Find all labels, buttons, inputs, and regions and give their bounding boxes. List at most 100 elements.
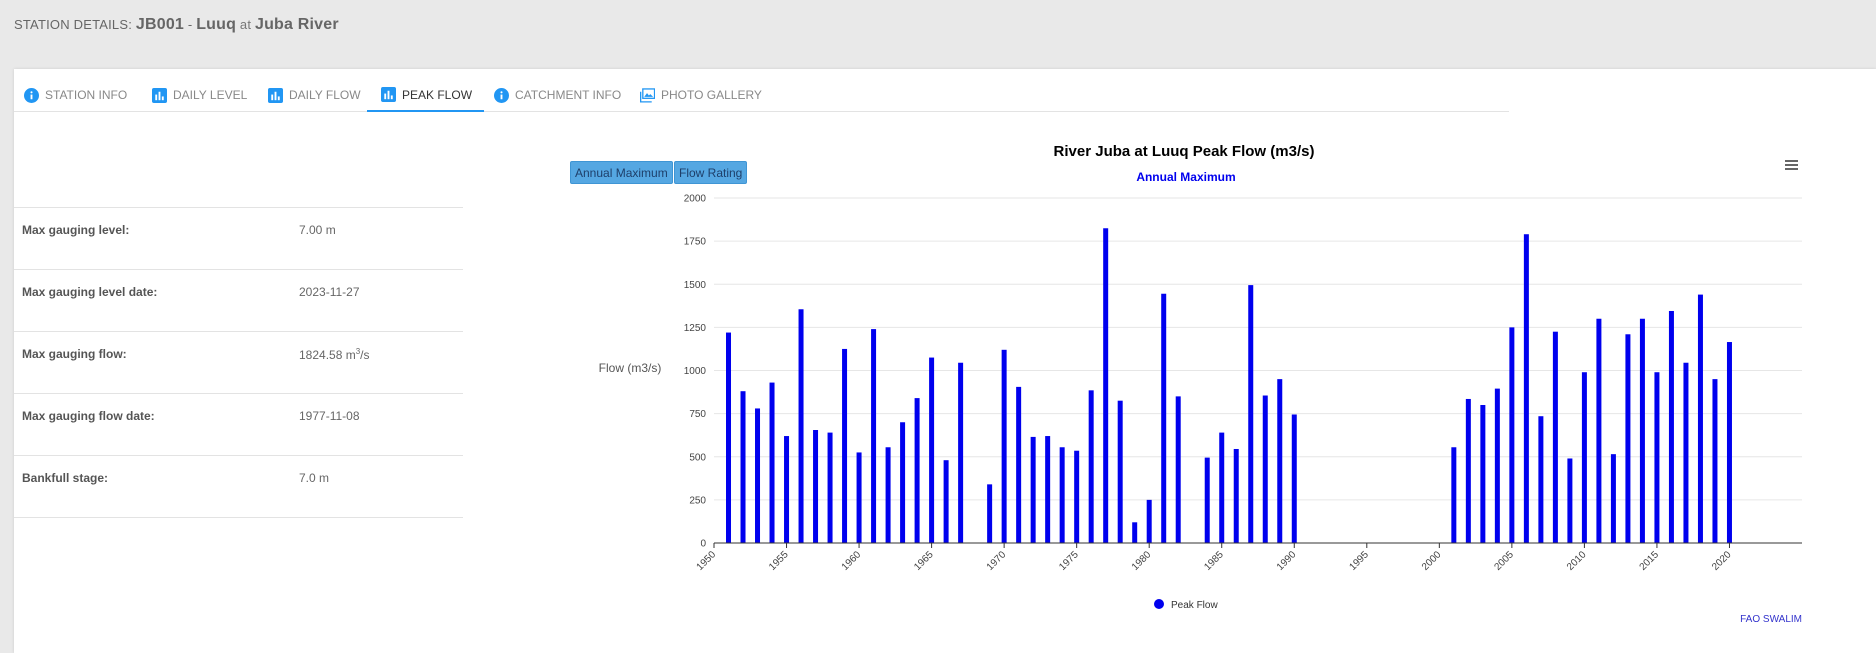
x-tick-label: 1995	[1347, 549, 1371, 573]
flow-rating-button[interactable]: Flow Rating	[674, 161, 748, 184]
bar-2020[interactable]	[1726, 342, 1732, 543]
x-tick-label: 1990	[1275, 549, 1299, 573]
x-tick-label: 2010	[1565, 549, 1589, 573]
grid-lines	[714, 197, 1802, 501]
legend-marker	[1154, 599, 1164, 609]
bar-1987[interactable]	[1248, 285, 1254, 543]
station-header: STATION DETAILS: JB001 - Luuq at Juba Ri…	[14, 16, 339, 34]
chart-credits[interactable]: FAO SWALIM	[1740, 614, 1802, 625]
station-card: STATION INFO DAILY LEVEL DAILY FLOW PEAK…	[14, 69, 1876, 653]
bar-1985[interactable]	[1219, 432, 1225, 543]
x-tick-label: 1970	[985, 549, 1009, 573]
y-tick-label: 1250	[684, 323, 707, 334]
bar-2012[interactable]	[1610, 454, 1616, 543]
bar-1990[interactable]	[1291, 414, 1297, 543]
bar-1969[interactable]	[987, 484, 993, 543]
header-at: at	[239, 17, 252, 32]
bar-2017[interactable]	[1683, 362, 1689, 543]
bar-2006[interactable]	[1523, 234, 1529, 543]
bar-1979[interactable]	[1132, 522, 1138, 543]
legend[interactable]: Peak Flow	[1154, 599, 1218, 611]
bar-1986[interactable]	[1233, 448, 1239, 543]
x-tick-label: 1960	[840, 549, 864, 573]
x-tick-label: 1955	[767, 549, 791, 573]
y-tick-label: 2000	[684, 194, 707, 205]
bar-1951[interactable]	[726, 332, 732, 543]
bar-1955[interactable]	[784, 436, 790, 543]
bar-1961[interactable]	[871, 329, 877, 543]
station-id: JB001	[135, 16, 185, 33]
bar-1963[interactable]	[900, 422, 906, 543]
y-tick-label: 750	[689, 409, 706, 420]
bar-1958[interactable]	[827, 432, 833, 543]
bar-1971[interactable]	[1016, 386, 1022, 543]
bar-1978[interactable]	[1117, 400, 1123, 543]
y-tick-label: 1750	[684, 237, 707, 248]
bar-2010[interactable]	[1581, 372, 1587, 543]
bar-2004[interactable]	[1494, 388, 1500, 543]
bar-1981[interactable]	[1161, 293, 1167, 543]
x-tick-label: 2020	[1710, 549, 1734, 573]
bar-1982[interactable]	[1175, 396, 1181, 543]
header-prefix: STATION DETAILS:	[14, 17, 133, 32]
bar-2005[interactable]	[1509, 327, 1515, 543]
bar-1970[interactable]	[1001, 349, 1007, 543]
peak-flow-chart: 0 250 500 750 1000 1250 1500 1750 2000 1950 1955 19…	[599, 143, 1802, 625]
y-tick-label: 500	[689, 452, 706, 463]
x-tick-label: 2005	[1492, 549, 1516, 573]
chart-subtitle: Annual Maximum	[1136, 170, 1235, 184]
x-tick-label: 1985	[1202, 549, 1226, 573]
y-tick-label: 1000	[684, 366, 707, 377]
bar-1959[interactable]	[842, 348, 848, 543]
x-tick-label: 1950	[695, 549, 719, 573]
bar-1980[interactable]	[1146, 499, 1152, 543]
bar-2011[interactable]	[1596, 318, 1602, 543]
bar-2008[interactable]	[1552, 331, 1558, 543]
bar-series	[726, 228, 1732, 543]
bar-1988[interactable]	[1262, 395, 1268, 543]
bar-2013[interactable]	[1625, 334, 1631, 543]
bar-1962[interactable]	[885, 447, 891, 543]
bar-2018[interactable]	[1697, 294, 1703, 543]
bar-2015[interactable]	[1654, 372, 1660, 543]
bar-1974[interactable]	[1059, 447, 1065, 543]
bar-1989[interactable]	[1277, 379, 1283, 543]
bar-1984[interactable]	[1204, 457, 1210, 543]
bar-1952[interactable]	[740, 391, 746, 543]
x-tick-label: 1980	[1130, 549, 1154, 573]
x-tick-label: 1975	[1057, 549, 1081, 573]
bar-2007[interactable]	[1538, 416, 1544, 543]
y-tick-label: 1500	[684, 280, 707, 291]
menu-icon[interactable]	[1782, 157, 1802, 173]
annual-maximum-button[interactable]: Annual Maximum	[570, 161, 673, 184]
bar-1964[interactable]	[914, 398, 920, 543]
axes: 0 250 500 750 1000 1250 1500 1750 2000 1950 1955 19…	[684, 194, 1802, 573]
bar-2016[interactable]	[1668, 310, 1674, 543]
bar-1957[interactable]	[813, 430, 819, 543]
bar-1966[interactable]	[943, 460, 949, 543]
y-tick-label: 250	[689, 495, 706, 506]
bar-2019[interactable]	[1712, 379, 1718, 543]
bar-1975[interactable]	[1074, 450, 1080, 543]
bar-1976[interactable]	[1088, 390, 1094, 543]
bar-1953[interactable]	[755, 408, 761, 543]
bar-1956[interactable]	[798, 309, 804, 543]
river-name: Juba River	[254, 16, 339, 33]
legend-label: Peak Flow	[1171, 600, 1218, 611]
bar-1973[interactable]	[1045, 436, 1051, 543]
bar-1954[interactable]	[769, 382, 775, 543]
chart-title: River Juba at Luuq Peak Flow (m3/s)	[1054, 143, 1315, 160]
y-axis-label: Flow (m3/s)	[599, 361, 662, 375]
bar-2014[interactable]	[1639, 318, 1645, 543]
bar-2009[interactable]	[1567, 458, 1573, 543]
bar-2002[interactable]	[1465, 398, 1471, 543]
bar-1977[interactable]	[1103, 228, 1109, 543]
y-tick-label: 0	[700, 539, 706, 550]
bar-2001[interactable]	[1451, 447, 1457, 543]
bar-1960[interactable]	[856, 452, 862, 543]
x-tick-label: 1965	[912, 549, 936, 573]
bar-1967[interactable]	[958, 362, 964, 543]
bar-2003[interactable]	[1480, 405, 1486, 543]
bar-1972[interactable]	[1030, 436, 1036, 543]
bar-1965[interactable]	[929, 357, 935, 543]
